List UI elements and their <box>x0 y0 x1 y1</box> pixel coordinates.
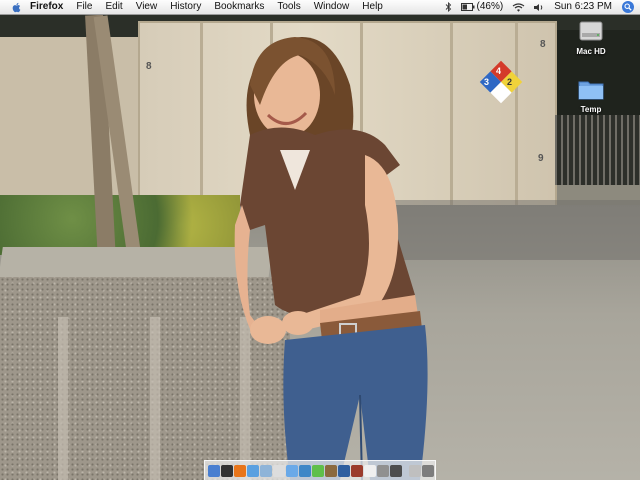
menu-window[interactable]: Window <box>314 0 350 14</box>
person-photo <box>234 37 428 480</box>
apple-icon[interactable] <box>12 2 22 13</box>
menu-clock[interactable]: Sun 6:23 PM <box>554 0 612 14</box>
container-number: 8 <box>146 61 152 72</box>
hazard-number: 3 <box>484 77 490 87</box>
textedit-icon[interactable] <box>364 464 376 477</box>
battery-status[interactable]: (46%) <box>460 0 504 14</box>
fence <box>555 115 640 185</box>
address-book-icon[interactable] <box>325 464 337 477</box>
menu-bookmarks[interactable]: Bookmarks <box>214 0 264 14</box>
preview-icon[interactable] <box>338 464 350 477</box>
finder-icon[interactable] <box>208 464 220 477</box>
menu-bar: Firefox File Edit View History Bookmarks… <box>0 0 640 15</box>
desktop-icon-temp[interactable]: Temp <box>561 76 621 114</box>
firefox-icon[interactable] <box>234 464 246 477</box>
hard-drive-icon <box>579 21 603 41</box>
iphoto-icon[interactable] <box>299 464 311 477</box>
battery-percent: (46%) <box>476 1 504 12</box>
desktop-icon-label: Mac HD <box>576 47 606 56</box>
trash-icon[interactable] <box>422 464 434 477</box>
desktop-wallpaper: 8 8 9 4 3 2 <box>0 15 640 480</box>
wifi-icon[interactable] <box>512 2 525 12</box>
spotlight-icon[interactable] <box>622 1 634 13</box>
menu-edit[interactable]: Edit <box>105 0 122 14</box>
volume-icon[interactable] <box>534 3 545 12</box>
bluetooth-icon[interactable] <box>445 2 452 12</box>
menu-tools[interactable]: Tools <box>277 0 300 14</box>
hazard-number: 2 <box>507 77 513 87</box>
system-preferences-icon[interactable] <box>377 464 389 477</box>
photo-booth-icon[interactable] <box>351 464 363 477</box>
app-icon[interactable] <box>390 464 402 477</box>
menu-file[interactable]: File <box>76 0 92 14</box>
menu-extras: (46%) Sun 6:23 PM <box>436 0 634 14</box>
safari-icon[interactable] <box>247 464 259 477</box>
desktop-icon-mac-hd[interactable]: Mac HD <box>561 18 621 56</box>
app-menu-firefox[interactable]: Firefox <box>30 0 63 14</box>
folder-icon <box>578 81 604 100</box>
container-number: 9 <box>538 153 544 164</box>
container-number: 8 <box>540 39 546 50</box>
menu-history[interactable]: History <box>170 0 201 14</box>
dashboard-icon[interactable] <box>221 464 233 477</box>
ichat-icon[interactable] <box>312 464 324 477</box>
menu-view[interactable]: View <box>136 0 158 14</box>
mail-icon[interactable] <box>260 464 272 477</box>
documents-icon[interactable] <box>409 464 421 477</box>
battery-icon <box>460 3 474 11</box>
menu-help[interactable]: Help <box>362 0 383 14</box>
ical-icon[interactable] <box>273 464 285 477</box>
dock <box>204 460 436 480</box>
itunes-icon[interactable] <box>286 464 298 477</box>
hazard-number: 4 <box>496 66 502 76</box>
desktop-icon-label: Temp <box>580 105 602 114</box>
